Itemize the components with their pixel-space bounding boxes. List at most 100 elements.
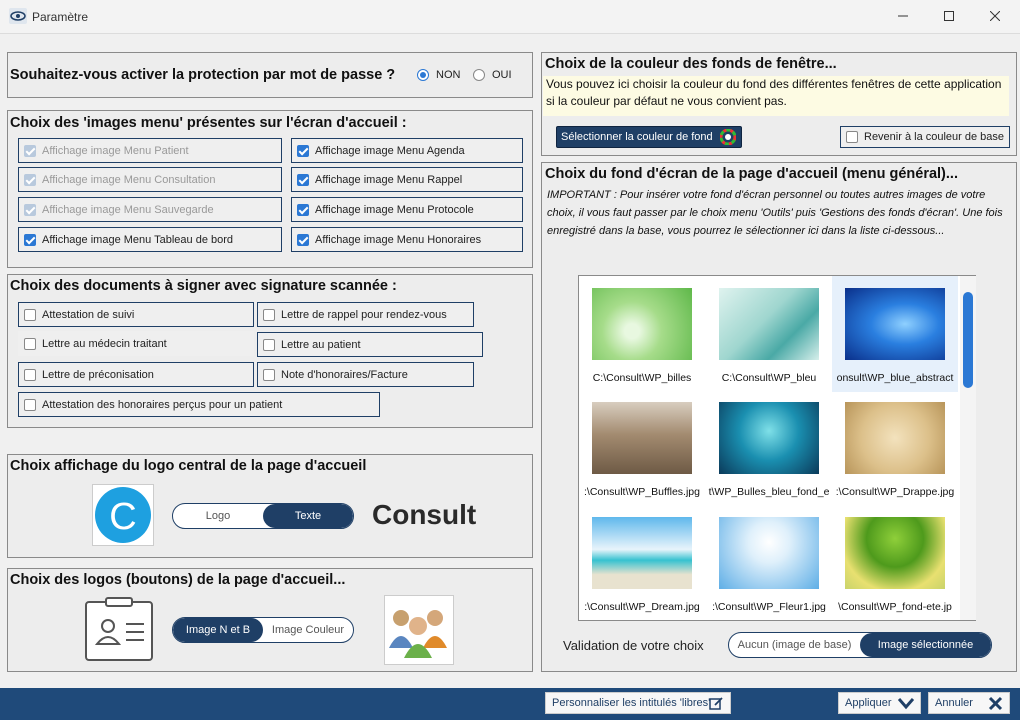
wallpaper-thumb-drappe[interactable]: :\Consult\WP_Drappe.jpg xyxy=(832,390,958,506)
checkbox-label: Affichage image Menu Sauvegarde xyxy=(42,204,214,216)
checkbox-label: Attestation de suivi xyxy=(42,309,135,321)
checkbox-mark xyxy=(846,131,858,143)
radio-non-label: NON xyxy=(436,69,461,81)
toggle-aucun[interactable]: Aucun (image de base) xyxy=(729,633,860,657)
users-group-icon xyxy=(384,595,454,665)
checkbox-mark xyxy=(24,338,36,350)
checkbox-mark xyxy=(263,339,275,351)
minimize-icon xyxy=(898,15,908,17)
checkbox-mark xyxy=(24,174,36,186)
checkbox-menu-agenda[interactable]: Affichage image Menu Agenda xyxy=(291,138,523,163)
wallpaper-image xyxy=(592,517,692,589)
logo-central-title: Choix affichage du logo central de la pa… xyxy=(10,458,367,474)
wallpaper-thumb-fond-ete[interactable]: \Consult\WP_fond-ete.jp xyxy=(832,505,958,620)
checkbox-menu-consultation[interactable]: Affichage image Menu Consultation xyxy=(18,167,282,192)
maximize-button[interactable] xyxy=(926,0,972,32)
wallpaper-thumb-bulles[interactable]: t\WP_Bulles_bleu_fond_e xyxy=(706,390,832,506)
appliquer-label: Appliquer xyxy=(845,697,892,709)
checkbox-menu-sauvegarde[interactable]: Affichage image Menu Sauvegarde xyxy=(18,197,282,222)
checkbox-mark xyxy=(297,145,309,157)
svg-text:C: C xyxy=(109,496,136,538)
checkbox-mark xyxy=(297,234,309,246)
wallpaper-thumb-bleu[interactable]: C:\Consult\WP_bleu xyxy=(706,276,832,392)
checkbox-mark xyxy=(24,234,36,246)
documents-title: Choix des documents à signer avec signat… xyxy=(10,278,397,294)
checkbox-mark xyxy=(24,399,36,411)
wallpaper-caption: \Consult\WP_fond-ete.jp xyxy=(838,601,952,613)
checkbox-label: Affichage image Menu Rappel xyxy=(315,174,463,186)
toggle-image-selectionnee[interactable]: Image sélectionnée xyxy=(860,633,991,657)
checkbox-menu-honoraires[interactable]: Affichage image Menu Honoraires xyxy=(291,227,523,252)
checkbox-lettre-preconisation[interactable]: Lettre de préconisation xyxy=(18,362,254,387)
couleur-title: Choix de la couleur des fonds de fenêtre… xyxy=(545,56,837,72)
wallpaper-image xyxy=(719,288,819,360)
select-color-button[interactable]: Sélectionner la couleur de fond xyxy=(556,126,742,148)
checkbox-attestation-suivi[interactable]: Attestation de suivi xyxy=(18,302,254,327)
toggle-image-nb[interactable]: Image N et B xyxy=(173,618,263,642)
wallpaper-thumb-blue-abstract[interactable]: onsult\WP_blue_abstract xyxy=(832,276,958,392)
menu-images-title: Choix des 'images menu' présentes sur l'… xyxy=(10,115,407,131)
wallpaper-caption: :\Consult\WP_Fleur1.jpg xyxy=(712,601,826,613)
minimize-button[interactable] xyxy=(880,0,926,32)
checkbox-lettre-rappel[interactable]: Lettre de rappel pour rendez-vous xyxy=(257,302,474,327)
logo-preview: C xyxy=(92,484,154,546)
checkbox-note-honoraires[interactable]: Note d'honoraires/Facture xyxy=(257,362,474,387)
personnaliser-label: Personnaliser les intitulés 'libres' xyxy=(552,697,711,709)
fond-ecran-title: Choix du fond d'écran de la page d'accue… xyxy=(545,166,958,182)
toggle-image-couleur[interactable]: Image Couleur xyxy=(263,618,353,642)
wallpaper-caption: onsult\WP_blue_abstract xyxy=(836,372,954,384)
reset-color-checkbox[interactable]: Revenir à la couleur de base xyxy=(840,126,1010,148)
radio-oui[interactable] xyxy=(473,69,485,81)
checkbox-label: Attestation des honoraires perçus pour u… xyxy=(42,399,283,411)
checkbox-lettre-medecin[interactable]: Lettre au médecin traitant xyxy=(18,331,254,356)
personnaliser-button[interactable]: Personnaliser les intitulés 'libres' xyxy=(545,692,731,714)
checkbox-mark xyxy=(24,369,36,381)
validation-toggle[interactable]: Aucun (image de base) Image sélectionnée xyxy=(728,632,992,658)
app-eye-icon xyxy=(9,8,27,24)
checkbox-menu-rappel[interactable]: Affichage image Menu Rappel xyxy=(291,167,523,192)
wallpaper-caption: :\Consult\WP_Buffles.jpg xyxy=(584,486,700,498)
wallpaper-image xyxy=(592,402,692,474)
toggle-texte[interactable]: Texte xyxy=(263,504,353,528)
checkbox-label: Affichage image Menu Honoraires xyxy=(315,234,482,246)
close-button[interactable] xyxy=(972,0,1018,32)
wallpaper-caption: t\WP_Bulles_bleu_fond_e xyxy=(708,486,830,498)
checkbox-mark xyxy=(297,204,309,216)
scrollbar-thumb[interactable] xyxy=(963,292,973,388)
checkbox-lettre-patient[interactable]: Lettre au patient xyxy=(257,332,483,357)
toggle-logo[interactable]: Logo xyxy=(173,504,263,528)
annuler-button[interactable]: Annuler xyxy=(928,692,1010,714)
wallpaper-gallery[interactable]: C:\Consult\WP_billes C:\Consult\WP_bleu … xyxy=(578,275,976,621)
wallpaper-caption: C:\Consult\WP_bleu xyxy=(721,372,817,384)
checkbox-label: Affichage image Menu Protocole xyxy=(315,204,474,216)
wallpaper-thumb-buffles[interactable]: :\Consult\WP_Buffles.jpg xyxy=(579,390,705,506)
checkbox-mark xyxy=(24,145,36,157)
reset-color-label: Revenir à la couleur de base xyxy=(864,131,1005,143)
wallpaper-caption: :\Consult\WP_Dream.jpg xyxy=(584,601,700,613)
checkbox-label: Affichage image Menu Agenda xyxy=(315,145,465,157)
checkbox-attestation-honoraires[interactable]: Attestation des honoraires perçus pour u… xyxy=(18,392,380,417)
appliquer-button[interactable]: Appliquer xyxy=(838,692,921,714)
radio-non[interactable] xyxy=(417,69,429,81)
wallpaper-image xyxy=(719,402,819,474)
wallpaper-thumb-dream[interactable]: :\Consult\WP_Dream.jpg xyxy=(579,505,705,620)
wallpaper-caption: :\Consult\WP_Drappe.jpg xyxy=(835,486,955,498)
wallpaper-thumb-billes[interactable]: C:\Consult\WP_billes xyxy=(579,276,705,392)
logo-central-toggle[interactable]: Logo Texte xyxy=(172,503,354,529)
gallery-scrollbar[interactable] xyxy=(960,276,976,620)
chevron-down-icon xyxy=(898,698,914,710)
checkbox-label: Note d'honoraires/Facture xyxy=(281,369,408,381)
wallpaper-image xyxy=(592,288,692,360)
checkbox-label: Lettre au patient xyxy=(281,339,361,351)
radio-oui-label: OUI xyxy=(492,69,512,81)
checkbox-menu-protocole[interactable]: Affichage image Menu Protocole xyxy=(291,197,523,222)
checkbox-menu-patient[interactable]: Affichage image Menu Patient xyxy=(18,138,282,163)
window-title: Paramètre xyxy=(32,10,89,24)
checkbox-mark xyxy=(263,309,275,321)
checkbox-menu-tableau-de-bord[interactable]: Affichage image Menu Tableau de bord xyxy=(18,227,282,252)
cancel-icon xyxy=(988,696,1003,711)
password-question: Souhaitez-vous activer la protection par… xyxy=(10,67,396,83)
wallpaper-thumb-fleur[interactable]: :\Consult\WP_Fleur1.jpg xyxy=(706,505,832,620)
checkbox-label: Lettre de rappel pour rendez-vous xyxy=(281,309,447,321)
logos-style-toggle[interactable]: Image N et B Image Couleur xyxy=(172,617,354,643)
